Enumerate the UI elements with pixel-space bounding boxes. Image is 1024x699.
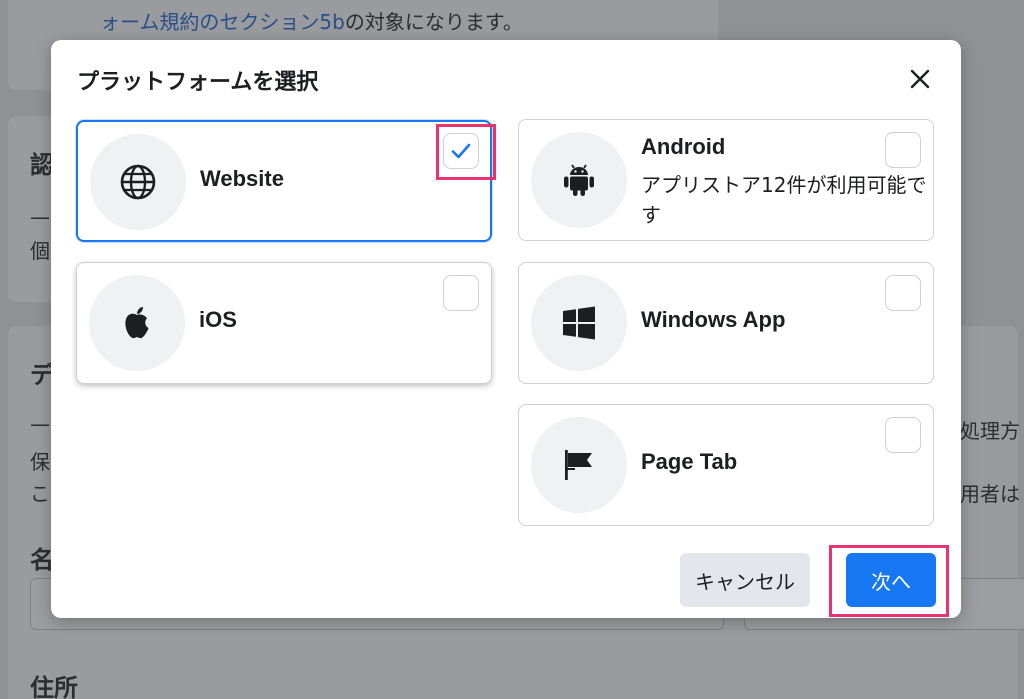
close-button[interactable] bbox=[905, 64, 935, 94]
platform-label-ios: iOS bbox=[199, 307, 237, 332]
close-icon bbox=[910, 69, 930, 89]
bg-terms-link: ォーム規約のセクション5b bbox=[100, 10, 345, 34]
platform-label-android: Android bbox=[641, 134, 726, 159]
android-icon-circle bbox=[531, 132, 627, 228]
android-icon bbox=[564, 164, 594, 196]
next-button-highlight-frame bbox=[829, 545, 949, 617]
platform-label-page-tab: Page Tab bbox=[641, 449, 738, 474]
platform-card-page-tab[interactable]: Page Tab bbox=[518, 404, 934, 526]
dialog-title: プラットフォームを選択 bbox=[77, 70, 319, 95]
bg-line-4: 保 bbox=[30, 450, 50, 474]
checkbox-windows[interactable] bbox=[885, 275, 921, 311]
apple-icon-circle bbox=[89, 275, 185, 371]
platform-subtitle-android: アプリストア12件が利用可能です bbox=[641, 173, 927, 227]
bg-top-line: ォーム規約のセクション5bの対象になります。 bbox=[100, 6, 523, 35]
platform-label-windows: Windows App bbox=[641, 307, 786, 332]
checkbox-page-tab[interactable] bbox=[885, 417, 921, 453]
apple-icon bbox=[125, 307, 149, 339]
bg-line-1: — bbox=[30, 205, 50, 229]
platform-card-android[interactable]: Android アプリストア12件が利用可能です bbox=[518, 119, 934, 241]
platform-label-website: Website bbox=[200, 166, 284, 191]
platform-card-website[interactable]: Website bbox=[76, 120, 492, 242]
platform-select-dialog: プラットフォームを選択 Website Android アプリストア12件が利用… bbox=[51, 40, 961, 618]
globe-icon-circle bbox=[90, 134, 186, 230]
checkbox-ios[interactable] bbox=[443, 275, 479, 311]
bg-line-5: こ bbox=[30, 482, 50, 506]
windows-icon bbox=[563, 306, 595, 340]
bg-heading-address: 住所 bbox=[30, 674, 78, 699]
globe-icon bbox=[120, 164, 156, 200]
cancel-button[interactable]: キャンセル bbox=[680, 553, 810, 607]
page-flag-icon-circle bbox=[531, 417, 627, 513]
platform-card-windows[interactable]: Windows App bbox=[518, 262, 934, 384]
platform-card-ios[interactable]: iOS bbox=[76, 262, 492, 384]
page-flag-icon bbox=[565, 450, 592, 480]
checkbox-android[interactable] bbox=[885, 132, 921, 168]
bg-line-3: — bbox=[30, 412, 50, 436]
bg-top-text: の対象になります。 bbox=[344, 10, 523, 34]
checkbox-highlight-frame bbox=[436, 124, 496, 180]
bg-line-2: 個 bbox=[30, 239, 50, 263]
windows-icon-circle bbox=[531, 275, 627, 371]
